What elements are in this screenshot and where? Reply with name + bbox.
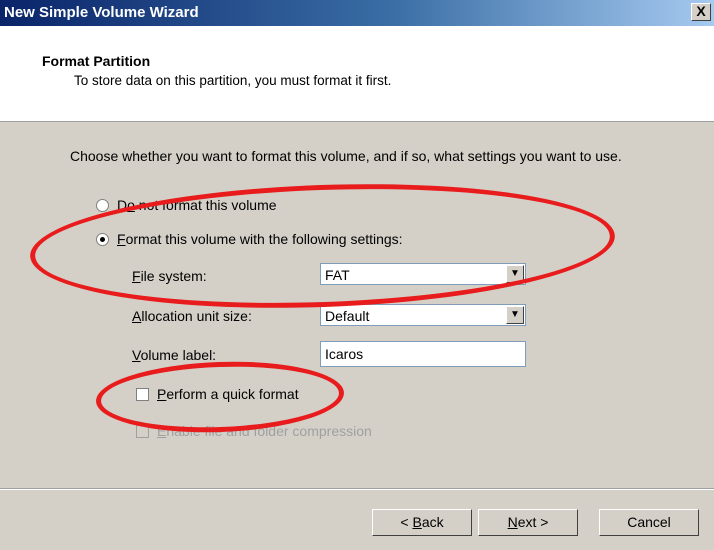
allocation-label: Allocation unit size: bbox=[132, 308, 252, 324]
chevron-down-icon: ▼ bbox=[510, 268, 520, 279]
file-system-dropdown-button[interactable]: ▼ bbox=[506, 265, 524, 283]
file-system-label: File system: bbox=[132, 268, 207, 284]
compression-label[interactable]: Enable file and folder compression bbox=[157, 423, 372, 439]
no-format-radio[interactable] bbox=[96, 199, 109, 212]
file-system-value: FAT bbox=[325, 267, 350, 283]
volume-label-input[interactable]: Icaros bbox=[320, 341, 526, 367]
close-icon: X bbox=[696, 3, 706, 19]
chevron-down-icon: ▼ bbox=[510, 309, 520, 320]
volume-label-value: Icaros bbox=[325, 346, 364, 362]
quick-format-label[interactable]: Perform a quick format bbox=[157, 386, 299, 402]
quick-format-checkbox[interactable] bbox=[136, 388, 149, 401]
file-system-select[interactable]: FAT ▼ bbox=[320, 263, 526, 285]
page-subtitle: To store data on this partition, you mus… bbox=[74, 73, 392, 88]
close-button[interactable]: X bbox=[691, 3, 711, 21]
no-format-label[interactable]: Do not format this volume bbox=[117, 197, 277, 213]
format-radio[interactable] bbox=[96, 233, 109, 246]
title-bar: New Simple Volume Wizard X bbox=[0, 0, 714, 26]
footer-separator bbox=[0, 488, 714, 490]
back-button[interactable]: < Back bbox=[372, 509, 472, 536]
intro-text: Choose whether you want to format this v… bbox=[70, 148, 622, 164]
cancel-button[interactable]: Cancel bbox=[599, 509, 699, 536]
volume-label-label: Volume label: bbox=[132, 347, 217, 363]
format-label[interactable]: Format this volume with the following se… bbox=[117, 231, 403, 247]
page-title: Format Partition bbox=[42, 53, 151, 69]
compression-checkbox[interactable] bbox=[136, 425, 149, 438]
allocation-select[interactable]: Default ▼ bbox=[320, 304, 526, 326]
next-button[interactable]: Next > bbox=[478, 509, 578, 536]
wizard-header: Format Partition To store data on this p… bbox=[0, 26, 714, 122]
allocation-dropdown-button[interactable]: ▼ bbox=[506, 306, 524, 324]
window-title: New Simple Volume Wizard bbox=[4, 4, 199, 21]
allocation-value: Default bbox=[325, 308, 370, 324]
